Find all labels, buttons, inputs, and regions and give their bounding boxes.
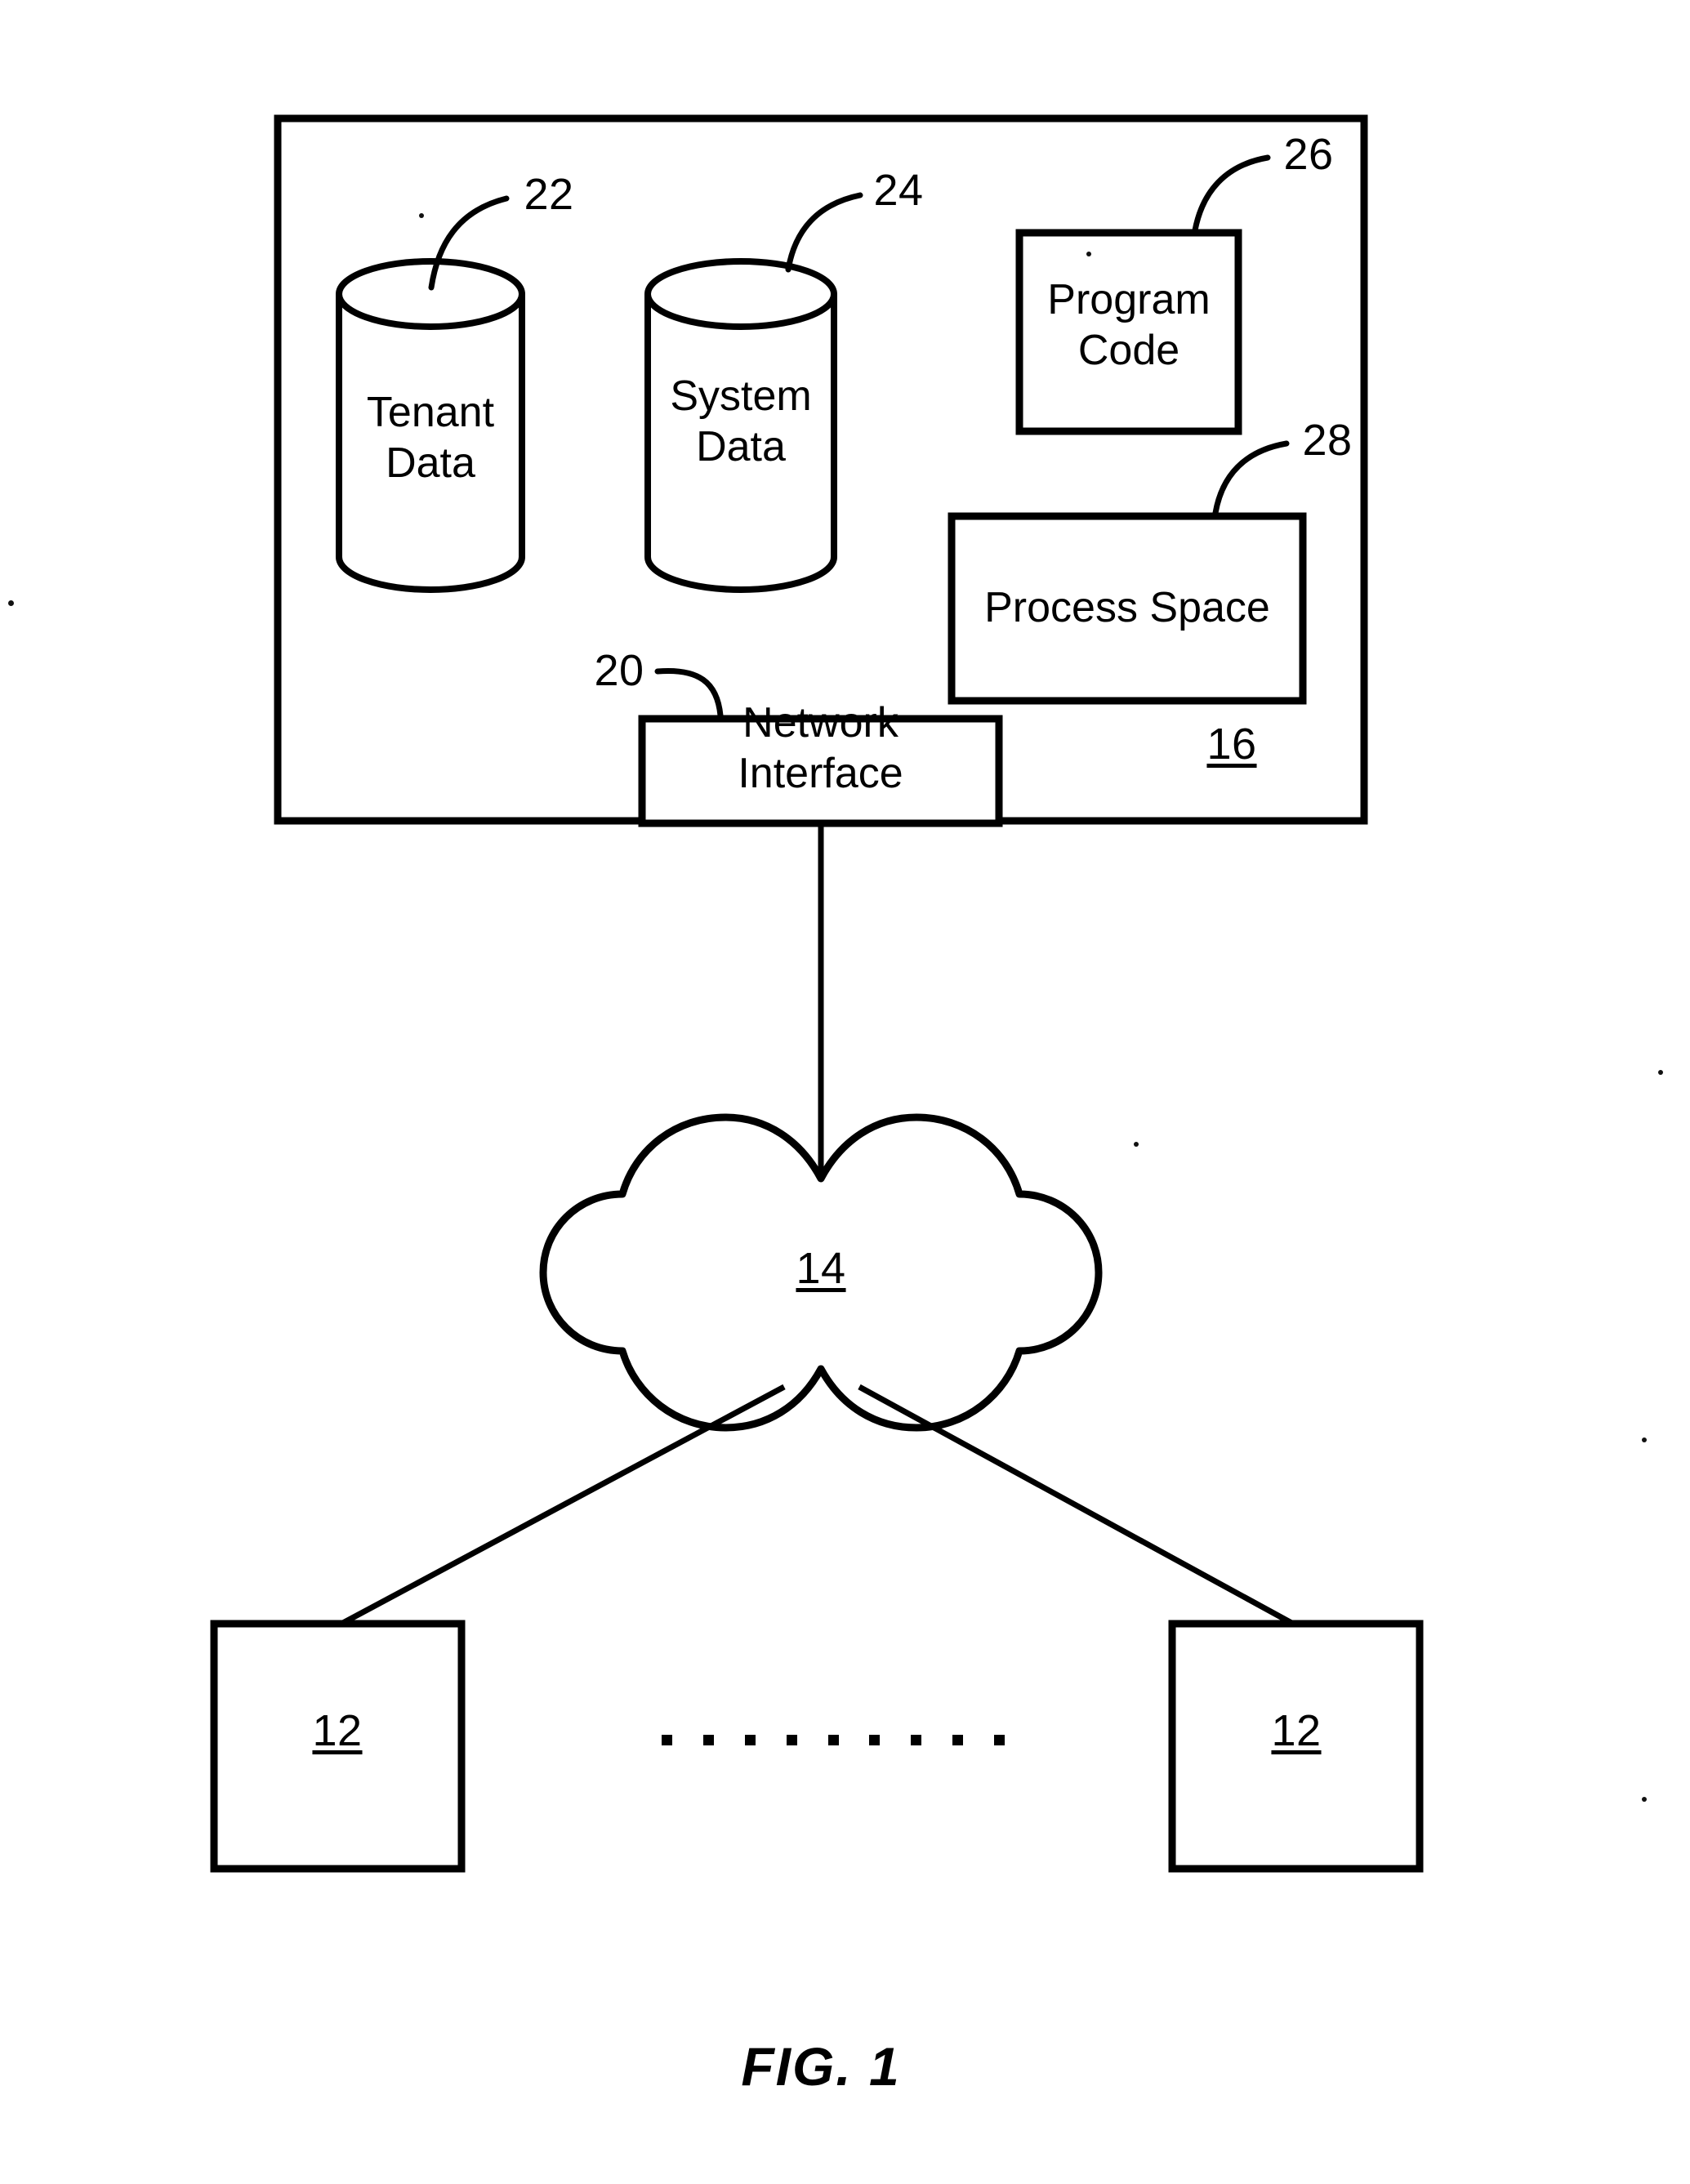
ellipsis-dot xyxy=(952,1734,964,1745)
scan-speck xyxy=(8,600,14,606)
leader-line-26 xyxy=(1192,154,1271,234)
system-data-label-line1: System xyxy=(670,372,812,420)
figure-caption: FIG. 1 xyxy=(741,2036,901,2097)
program-code-label-line2: Code xyxy=(1077,327,1180,374)
patent-figure-page: 22 24 26 28 20 16 Tenant Data System Dat… xyxy=(0,0,1690,2184)
figure-drawing xyxy=(210,114,1424,1873)
ref-label-12-left: 12 xyxy=(312,1706,363,1755)
network-interface-label-line1: Network xyxy=(742,699,899,747)
scan-speck xyxy=(419,213,424,218)
connector-cloud-to-right-user-system xyxy=(858,1384,1295,1627)
process-space-label: Process Space xyxy=(984,584,1270,631)
ellipsis-dot xyxy=(911,1734,922,1745)
leader-line-28 xyxy=(1212,440,1290,516)
ref-label-12-right: 12 xyxy=(1271,1706,1322,1755)
ellipsis-dot xyxy=(702,1734,714,1745)
scan-speck xyxy=(1134,1142,1139,1147)
scan-speck xyxy=(1642,1797,1647,1802)
ellipsis-dot xyxy=(786,1734,797,1745)
ellipsis-dot xyxy=(827,1734,839,1745)
system-data-label-line2: Data xyxy=(696,423,786,470)
ref-label-28: 28 xyxy=(1302,416,1353,465)
ref-label-24: 24 xyxy=(873,166,924,215)
scan-speck xyxy=(1658,1070,1663,1075)
connector-cloud-to-left-user-system xyxy=(340,1384,786,1627)
ref-label-22: 22 xyxy=(524,170,574,219)
ellipsis-dot xyxy=(662,1734,672,1745)
leader-line-24 xyxy=(785,192,863,273)
tenant-data-label-line1: Tenant xyxy=(366,389,495,436)
ref-label-20: 20 xyxy=(594,646,644,695)
ref-label-26: 26 xyxy=(1283,130,1334,179)
ref-label-14: 14 xyxy=(796,1244,846,1293)
ellipsis-dot xyxy=(869,1734,881,1745)
tenant-data-label-line2: Data xyxy=(386,439,475,487)
network-interface-label-line2: Interface xyxy=(738,750,903,797)
ref-label-16: 16 xyxy=(1206,720,1257,769)
ellipsis-dots xyxy=(662,1730,1005,1749)
ellipsis-dot xyxy=(744,1734,756,1745)
ellipsis-dot xyxy=(994,1734,1005,1745)
scan-speck xyxy=(1086,252,1091,256)
scan-speck xyxy=(1642,1437,1647,1442)
program-code-label-line1: Program xyxy=(1047,276,1211,323)
